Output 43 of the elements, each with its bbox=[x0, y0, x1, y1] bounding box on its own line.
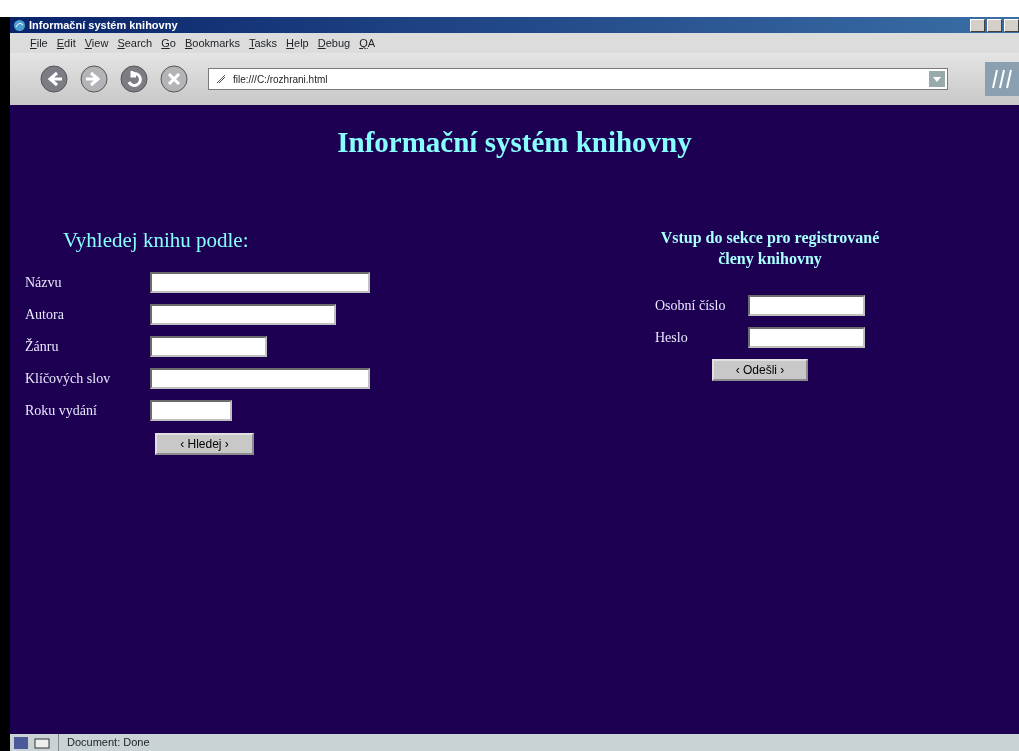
status-text: Document: Done bbox=[58, 734, 150, 751]
menu-item[interactable]: Search bbox=[117, 34, 153, 52]
back-button[interactable] bbox=[40, 65, 68, 93]
reload-button[interactable] bbox=[120, 65, 148, 93]
menu-item[interactable]: Go bbox=[161, 34, 176, 52]
menu-item[interactable]: Bookmarks bbox=[184, 34, 240, 52]
menu-item[interactable]: Edit bbox=[56, 34, 76, 52]
input-field[interactable] bbox=[748, 326, 865, 348]
field-label: Heslo bbox=[655, 328, 689, 347]
input-field[interactable] bbox=[150, 304, 336, 326]
field-label: Osobní číslo bbox=[655, 296, 727, 315]
menu-item[interactable]: Tasks bbox=[248, 34, 278, 52]
address-text: file:///C:/rozhrani.html bbox=[233, 72, 328, 87]
address-bar[interactable]: file:///C:/rozhrani.html bbox=[208, 68, 948, 90]
field-label: Žánru bbox=[25, 337, 60, 357]
menu-item[interactable]: Debug bbox=[317, 34, 351, 52]
field-label: Roku vydání bbox=[25, 402, 98, 421]
notepad-icon[interactable] bbox=[34, 736, 52, 749]
app-icon[interactable] bbox=[14, 736, 28, 749]
input-field[interactable] bbox=[748, 294, 865, 316]
maximize-button[interactable] bbox=[987, 18, 1002, 32]
minimize-button[interactable] bbox=[970, 18, 985, 32]
menu-item[interactable]: View bbox=[84, 34, 109, 52]
menu-item[interactable]: File bbox=[30, 34, 48, 52]
search-heading: Vyhledej knihu podle: bbox=[63, 227, 250, 253]
menu-item[interactable]: QA bbox=[359, 34, 376, 52]
submit-button[interactable]: ‹ Odešli › bbox=[712, 359, 808, 382]
field-label: Autora bbox=[25, 306, 65, 325]
input-field[interactable] bbox=[150, 336, 267, 358]
search-button[interactable]: ‹ Hledej › bbox=[155, 433, 254, 455]
browser-logo-icon[interactable] bbox=[985, 62, 1019, 96]
field-label: Názvu bbox=[25, 274, 63, 293]
input-field[interactable] bbox=[150, 272, 370, 294]
close-button[interactable] bbox=[1004, 18, 1019, 32]
window-title: Informační systém knihovny bbox=[29, 17, 178, 33]
page-heading: Informační systém knihovny bbox=[336, 125, 693, 160]
login-heading: Vstup do sekce pro registrované členy knihovny bbox=[659, 227, 881, 270]
field-label: Klíčových slov bbox=[25, 370, 112, 389]
page-icon bbox=[215, 73, 227, 85]
input-field[interactable] bbox=[150, 400, 232, 422]
input-field[interactable] bbox=[150, 368, 370, 390]
menu-item[interactable]: Help bbox=[286, 34, 309, 52]
app-icon bbox=[13, 18, 26, 32]
